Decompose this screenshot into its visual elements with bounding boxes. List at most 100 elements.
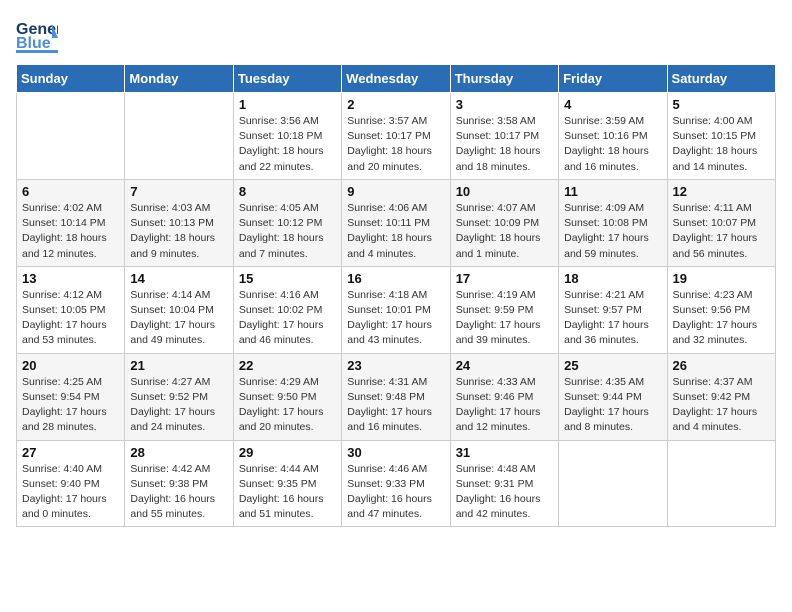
- day-number: 16: [347, 271, 444, 286]
- day-number: 24: [456, 358, 553, 373]
- weekday-header-row: SundayMondayTuesdayWednesdayThursdayFrid…: [17, 65, 776, 93]
- calendar-cell: 19 Sunrise: 4:23 AM Sunset: 9:56 PM Dayli…: [667, 266, 775, 353]
- weekday-header: Saturday: [667, 65, 775, 93]
- day-number: 14: [130, 271, 227, 286]
- calendar-cell: 17 Sunrise: 4:19 AM Sunset: 9:59 PM Dayli…: [450, 266, 558, 353]
- day-info: Sunrise: 4:02 AM Sunset: 10:14 PM Daylig…: [22, 201, 119, 262]
- calendar-cell: 12 Sunrise: 4:11 AM Sunset: 10:07 PM Dayl…: [667, 179, 775, 266]
- calendar-cell: 11 Sunrise: 4:09 AM Sunset: 10:08 PM Dayl…: [559, 179, 667, 266]
- day-number: 30: [347, 445, 444, 460]
- calendar-cell: 15 Sunrise: 4:16 AM Sunset: 10:02 PM Dayl…: [233, 266, 341, 353]
- day-info: Sunrise: 4:29 AM Sunset: 9:50 PM Dayligh…: [239, 375, 336, 436]
- day-info: Sunrise: 3:58 AM Sunset: 10:17 PM Daylig…: [456, 114, 553, 175]
- day-number: 12: [673, 184, 770, 199]
- calendar-cell: 2 Sunrise: 3:57 AM Sunset: 10:17 PM Dayli…: [342, 93, 450, 180]
- calendar-cell: 3 Sunrise: 3:58 AM Sunset: 10:17 PM Dayli…: [450, 93, 558, 180]
- calendar-cell: 30Sunrise: 4:46 AM Sunset: 9:33 PM Dayli…: [342, 440, 450, 527]
- calendar-week-row: 13 Sunrise: 4:12 AM Sunset: 10:05 PM Dayl…: [17, 266, 776, 353]
- day-number: 15: [239, 271, 336, 286]
- calendar-week-row: 20Sunrise: 4:25 AM Sunset: 9:54 PM Dayli…: [17, 353, 776, 440]
- calendar-week-row: 1Sunrise: 3:56 AM Sunset: 10:18 PM Dayli…: [17, 93, 776, 180]
- day-number: 9: [347, 184, 444, 199]
- day-info: Sunrise: 4:09 AM Sunset: 10:08 PM Daylig…: [564, 201, 661, 262]
- day-info: Sunrise: 4:03 AM Sunset: 10:13 PM Daylig…: [130, 201, 227, 262]
- day-info: Sunrise: 4:35 AM Sunset: 9:44 PM Dayligh…: [564, 375, 661, 436]
- calendar-cell: 16 Sunrise: 4:18 AM Sunset: 10:01 PM Dayl…: [342, 266, 450, 353]
- calendar-cell: 4 Sunrise: 3:59 AM Sunset: 10:16 PM Dayli…: [559, 93, 667, 180]
- weekday-header: Sunday: [17, 65, 125, 93]
- svg-text:Blue: Blue: [16, 35, 51, 52]
- day-info: Sunrise: 4:42 AM Sunset: 9:38 PM Dayligh…: [130, 462, 227, 523]
- day-info: Sunrise: 3:56 AM Sunset: 10:18 PM Daylig…: [239, 114, 336, 175]
- calendar-cell: 25Sunrise: 4:35 AM Sunset: 9:44 PM Dayli…: [559, 353, 667, 440]
- day-info: Sunrise: 4:19 AM Sunset: 9:59 PM Dayligh…: [456, 288, 553, 349]
- day-number: 2: [347, 97, 444, 112]
- weekday-header: Tuesday: [233, 65, 341, 93]
- day-info: Sunrise: 4:31 AM Sunset: 9:48 PM Dayligh…: [347, 375, 444, 436]
- calendar-cell: 23 Sunrise: 4:31 AM Sunset: 9:48 PM Dayli…: [342, 353, 450, 440]
- day-number: 8: [239, 184, 336, 199]
- calendar-cell: 9 Sunrise: 4:06 AM Sunset: 10:11 PM Dayli…: [342, 179, 450, 266]
- weekday-header: Thursday: [450, 65, 558, 93]
- calendar-week-row: 27 Sunrise: 4:40 AM Sunset: 9:40 PM Dayli…: [17, 440, 776, 527]
- calendar-cell: 28 Sunrise: 4:42 AM Sunset: 9:38 PM Dayli…: [125, 440, 233, 527]
- day-info: Sunrise: 4:40 AM Sunset: 9:40 PM Dayligh…: [22, 462, 119, 523]
- day-info: Sunrise: 3:59 AM Sunset: 10:16 PM Daylig…: [564, 114, 661, 175]
- day-info: Sunrise: 4:05 AM Sunset: 10:12 PM Daylig…: [239, 201, 336, 262]
- day-info: Sunrise: 4:14 AM Sunset: 10:04 PM Daylig…: [130, 288, 227, 349]
- day-info: Sunrise: 4:06 AM Sunset: 10:11 PM Daylig…: [347, 201, 444, 262]
- day-number: 13: [22, 271, 119, 286]
- calendar-cell: 1Sunrise: 3:56 AM Sunset: 10:18 PM Dayli…: [233, 93, 341, 180]
- calendar-cell: 26Sunrise: 4:37 AM Sunset: 9:42 PM Dayli…: [667, 353, 775, 440]
- calendar-cell: 24 Sunrise: 4:33 AM Sunset: 9:46 PM Dayli…: [450, 353, 558, 440]
- day-info: Sunrise: 4:33 AM Sunset: 9:46 PM Dayligh…: [456, 375, 553, 436]
- day-number: 26: [673, 358, 770, 373]
- calendar-cell: [559, 440, 667, 527]
- weekday-header: Friday: [559, 65, 667, 93]
- day-number: 6: [22, 184, 119, 199]
- calendar-cell: 20Sunrise: 4:25 AM Sunset: 9:54 PM Dayli…: [17, 353, 125, 440]
- day-number: 21: [130, 358, 227, 373]
- day-info: Sunrise: 4:44 AM Sunset: 9:35 PM Dayligh…: [239, 462, 336, 523]
- day-info: Sunrise: 4:12 AM Sunset: 10:05 PM Daylig…: [22, 288, 119, 349]
- calendar-cell: 8 Sunrise: 4:05 AM Sunset: 10:12 PM Dayli…: [233, 179, 341, 266]
- day-info: Sunrise: 4:25 AM Sunset: 9:54 PM Dayligh…: [22, 375, 119, 436]
- day-number: 3: [456, 97, 553, 112]
- calendar-cell: [17, 93, 125, 180]
- day-info: Sunrise: 4:16 AM Sunset: 10:02 PM Daylig…: [239, 288, 336, 349]
- calendar-cell: 14 Sunrise: 4:14 AM Sunset: 10:04 PM Dayl…: [125, 266, 233, 353]
- day-number: 22: [239, 358, 336, 373]
- day-info: Sunrise: 4:27 AM Sunset: 9:52 PM Dayligh…: [130, 375, 227, 436]
- calendar-cell: 29 Sunrise: 4:44 AM Sunset: 9:35 PM Dayli…: [233, 440, 341, 527]
- calendar-cell: [125, 93, 233, 180]
- logo-icon: General Blue: [16, 16, 54, 54]
- day-number: 5: [673, 97, 770, 112]
- day-number: 17: [456, 271, 553, 286]
- day-info: Sunrise: 4:23 AM Sunset: 9:56 PM Dayligh…: [673, 288, 770, 349]
- day-info: Sunrise: 4:07 AM Sunset: 10:09 PM Daylig…: [456, 201, 553, 262]
- day-number: 27: [22, 445, 119, 460]
- day-info: Sunrise: 4:48 AM Sunset: 9:31 PM Dayligh…: [456, 462, 553, 523]
- weekday-header: Monday: [125, 65, 233, 93]
- logo: General Blue: [16, 16, 54, 54]
- day-info: Sunrise: 4:21 AM Sunset: 9:57 PM Dayligh…: [564, 288, 661, 349]
- day-number: 11: [564, 184, 661, 199]
- day-info: Sunrise: 3:57 AM Sunset: 10:17 PM Daylig…: [347, 114, 444, 175]
- day-number: 28: [130, 445, 227, 460]
- calendar-cell: 10Sunrise: 4:07 AM Sunset: 10:09 PM Dayl…: [450, 179, 558, 266]
- day-number: 19: [673, 271, 770, 286]
- calendar-cell: 7 Sunrise: 4:03 AM Sunset: 10:13 PM Dayli…: [125, 179, 233, 266]
- calendar-table: SundayMondayTuesdayWednesdayThursdayFrid…: [16, 64, 776, 527]
- calendar-cell: 31Sunrise: 4:48 AM Sunset: 9:31 PM Dayli…: [450, 440, 558, 527]
- day-number: 4: [564, 97, 661, 112]
- day-number: 7: [130, 184, 227, 199]
- calendar-cell: 5Sunrise: 4:00 AM Sunset: 10:15 PM Dayli…: [667, 93, 775, 180]
- calendar-cell: [667, 440, 775, 527]
- day-number: 29: [239, 445, 336, 460]
- day-number: 23: [347, 358, 444, 373]
- calendar-cell: 18Sunrise: 4:21 AM Sunset: 9:57 PM Dayli…: [559, 266, 667, 353]
- day-info: Sunrise: 4:11 AM Sunset: 10:07 PM Daylig…: [673, 201, 770, 262]
- day-info: Sunrise: 4:18 AM Sunset: 10:01 PM Daylig…: [347, 288, 444, 349]
- page-header: General Blue: [16, 16, 776, 54]
- calendar-week-row: 6 Sunrise: 4:02 AM Sunset: 10:14 PM Dayli…: [17, 179, 776, 266]
